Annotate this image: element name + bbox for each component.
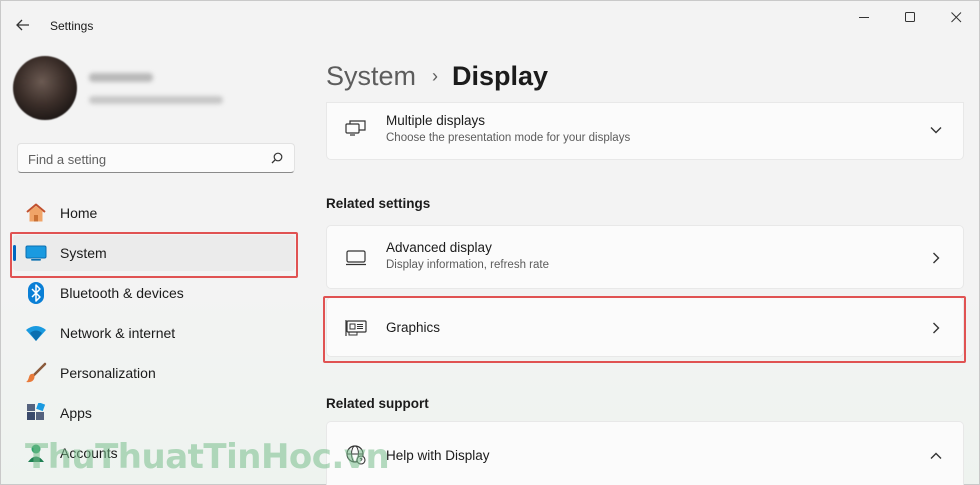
wifi-icon (25, 322, 47, 344)
sidebar-item-label: Personalization (60, 365, 156, 381)
close-button[interactable] (933, 1, 979, 33)
avatar[interactable] (13, 56, 77, 120)
sidebar-item-apps[interactable]: Apps (13, 395, 295, 431)
maximize-icon (904, 11, 915, 22)
monitor-icon (345, 247, 367, 269)
close-icon (950, 11, 961, 22)
multiple-displays-card[interactable]: Multiple displays Choose the presentatio… (326, 102, 964, 160)
card-title: Help with Display (386, 448, 490, 463)
sidebar-item-network[interactable]: Network & internet (13, 315, 295, 351)
search-placeholder: Find a setting (28, 152, 107, 167)
apps-icon (25, 402, 47, 424)
back-button[interactable] (11, 13, 35, 37)
sidebar-item-label: Home (60, 205, 98, 221)
search-input[interactable]: Find a setting (17, 143, 295, 173)
home-icon (25, 202, 47, 224)
multiple-displays-icon (345, 117, 367, 139)
highlight-box-system (10, 232, 298, 278)
sidebar-item-label: Bluetooth & devices (60, 285, 184, 301)
search-icon[interactable] (271, 152, 283, 164)
chevron-up-icon[interactable] (929, 449, 943, 463)
sidebar-item-personalization[interactable]: Personalization (13, 355, 295, 391)
user-email-blurred (89, 96, 223, 104)
back-arrow-icon (16, 19, 29, 31)
page-title: Display (452, 61, 549, 91)
watermark-text: ThuThuatTinHoc.vn (25, 437, 390, 477)
main-content: System › Display Multiple displays Choos… (326, 49, 966, 485)
bluetooth-icon (25, 282, 47, 304)
sidebar-item-label: Apps (60, 405, 92, 421)
title-bar: Settings (1, 1, 979, 49)
advanced-display-card[interactable]: Advanced display Display information, re… (326, 225, 964, 289)
breadcrumb-system[interactable]: System (326, 61, 416, 92)
window-controls (841, 1, 979, 33)
chevron-right-icon[interactable] (929, 251, 943, 265)
chevron-down-icon[interactable] (929, 123, 943, 137)
related-support-heading: Related support (326, 396, 429, 411)
card-subtitle: Choose the presentation mode for your di… (386, 132, 631, 144)
help-with-display-card[interactable]: Help with Display (326, 421, 964, 485)
sidebar-item-bluetooth[interactable]: Bluetooth & devices (13, 275, 295, 311)
minimize-button[interactable] (841, 1, 887, 33)
card-subtitle: Display information, refresh rate (386, 259, 549, 271)
breadcrumb: System › Display (326, 61, 548, 92)
maximize-button[interactable] (887, 1, 933, 33)
sidebar-item-label: Network & internet (60, 325, 176, 341)
sidebar-item-home[interactable]: Home (13, 195, 295, 231)
brush-icon (25, 362, 47, 384)
highlight-box-graphics (323, 296, 966, 363)
app-title: Settings (50, 19, 94, 33)
user-name-blurred (89, 73, 153, 82)
minimize-icon (858, 16, 869, 18)
card-title: Multiple displays (386, 113, 486, 128)
chevron-right-icon: › (432, 66, 439, 86)
card-title: Advanced display (386, 240, 492, 255)
related-settings-heading: Related settings (326, 196, 431, 211)
